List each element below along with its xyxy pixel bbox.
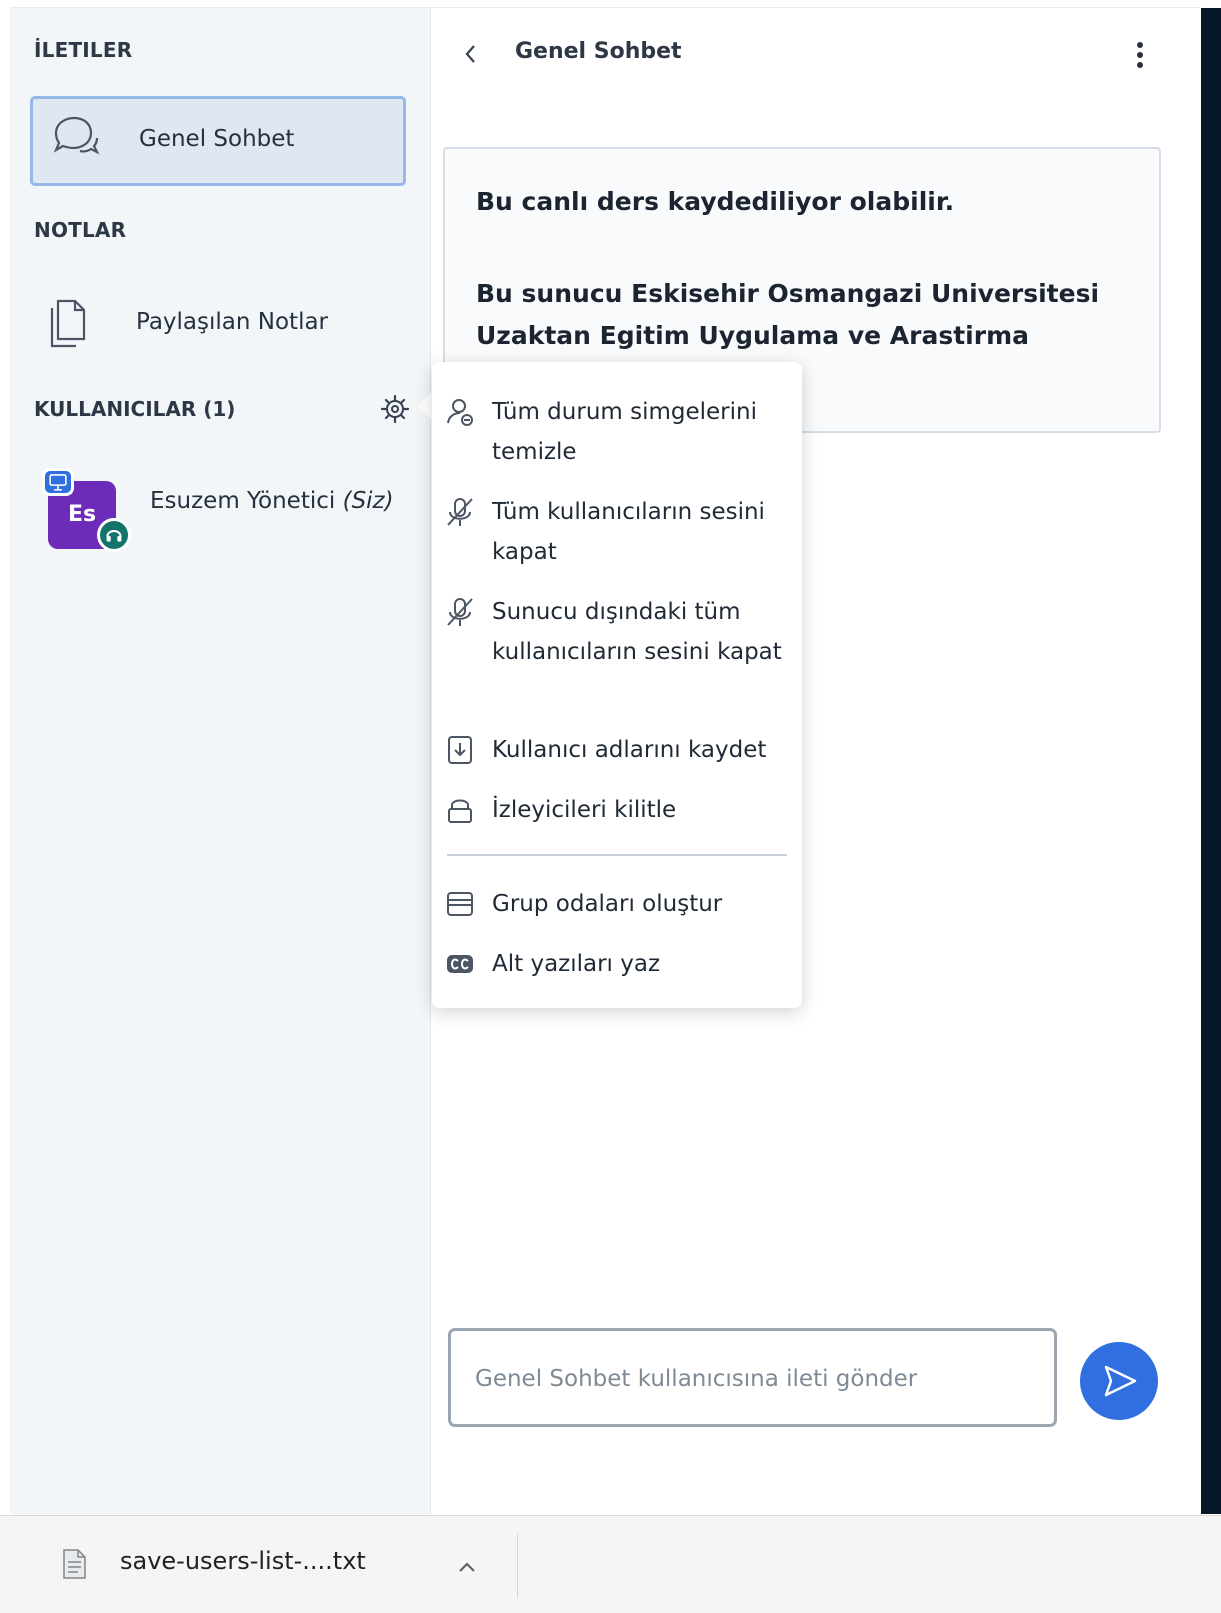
server-notice: Bu sunucu Eskisehir Osmangazi Universite… — [476, 279, 1100, 350]
mute-icon — [447, 598, 473, 626]
chat-bubbles-icon — [53, 116, 100, 155]
lock-viewers-menu-item[interactable]: İzleyicileri kilitle — [444, 790, 794, 830]
sidebar-item-shared-notes[interactable]: Paylaşılan Notlar — [30, 286, 406, 366]
lock-icon — [448, 799, 472, 823]
user-list-item[interactable]: Es Esuzem Yönetici (Siz) — [42, 463, 424, 553]
sidebar: İLETILER Genel Sohbet NOTLAR Paylaşılan … — [10, 8, 430, 1514]
sidebar-item-label: Paylaşılan Notlar — [136, 309, 329, 335]
presenter-icon — [42, 468, 74, 496]
notes-section-title: NOTLAR — [34, 218, 127, 242]
download-separator — [517, 1534, 518, 1598]
clear-status-menu-item[interactable]: Tüm durum simgelerini temizle — [444, 392, 794, 472]
kebab-menu-icon[interactable] — [1123, 37, 1157, 73]
breakout-room-icon — [447, 892, 473, 916]
gear-icon[interactable] — [378, 392, 412, 426]
download-item[interactable]: save-users-list-....txt — [40, 1534, 520, 1598]
menu-item-label: Tüm durum simgelerini temizle — [492, 399, 757, 465]
menu-item-label: Grup odaları oluştur — [492, 891, 723, 917]
chevron-up-icon[interactable] — [454, 1554, 480, 1580]
edge-strip — [1201, 8, 1221, 1514]
send-icon — [1104, 1365, 1137, 1397]
create-breakout-rooms-menu-item[interactable]: Grup odaları oluştur — [444, 884, 794, 924]
menu-item-label: Sunucu dışındaki tüm kullanıcıların sesi… — [492, 599, 782, 665]
documents-icon — [50, 299, 86, 348]
recording-notice: Bu canlı ders kaydediliyor olabilir. — [476, 187, 955, 216]
message-composer[interactable] — [448, 1328, 1057, 1427]
send-button[interactable] — [1080, 1342, 1158, 1420]
menu-item-label: İzleyicileri kilitle — [492, 797, 677, 823]
download-bar: save-users-list-....txt — [0, 1515, 1221, 1613]
menu-divider — [447, 854, 787, 856]
conference-app-window: İLETILER Genel Sohbet NOTLAR Paylaşılan … — [0, 0, 1221, 1515]
user-settings-dropdown: Tüm durum simgelerini temizle Tüm kullan… — [432, 362, 802, 1008]
downloaded-file-name: save-users-list-....txt — [120, 1547, 366, 1575]
user-display-name: Esuzem Yönetici — [150, 488, 336, 514]
message-input[interactable] — [475, 1357, 1025, 1401]
download-icon — [448, 736, 472, 764]
mute-all-except-presenter-menu-item[interactable]: Sunucu dışındaki tüm kullanıcıların sesi… — [444, 592, 794, 712]
closed-caption-icon — [447, 955, 473, 973]
mute-all-menu-item[interactable]: Tüm kullanıcıların sesini kapat — [444, 492, 794, 572]
menu-item-label: Alt yazıları yaz — [492, 951, 661, 977]
user-name: Esuzem Yönetici (Siz) — [150, 488, 394, 514]
mute-icon — [447, 498, 473, 526]
chevron-left-icon[interactable] — [459, 40, 483, 68]
chat-title: Genel Sohbet — [515, 39, 682, 64]
messages-section-title: İLETILER — [34, 38, 133, 62]
current-user-suffix: (Siz) — [342, 488, 394, 514]
write-captions-menu-item[interactable]: Alt yazıları yaz — [444, 944, 794, 984]
menu-item-label: Tüm kullanıcıların sesini kapat — [492, 499, 765, 565]
chat-header: Genel Sohbet — [451, 35, 1171, 75]
text-file-icon — [63, 1549, 86, 1579]
users-section-title: KULLANICILAR (1) — [34, 397, 236, 421]
menu-item-label: Kullanıcı adlarını kaydet — [492, 737, 767, 763]
sidebar-item-label: Genel Sohbet — [139, 126, 295, 152]
top-divider — [10, 0, 1201, 8]
clear-status-icon — [447, 399, 473, 426]
save-user-names-menu-item[interactable]: Kullanıcı adlarını kaydet — [444, 730, 794, 770]
headphones-icon — [97, 518, 131, 552]
sidebar-item-general-chat[interactable]: Genel Sohbet — [30, 96, 406, 186]
